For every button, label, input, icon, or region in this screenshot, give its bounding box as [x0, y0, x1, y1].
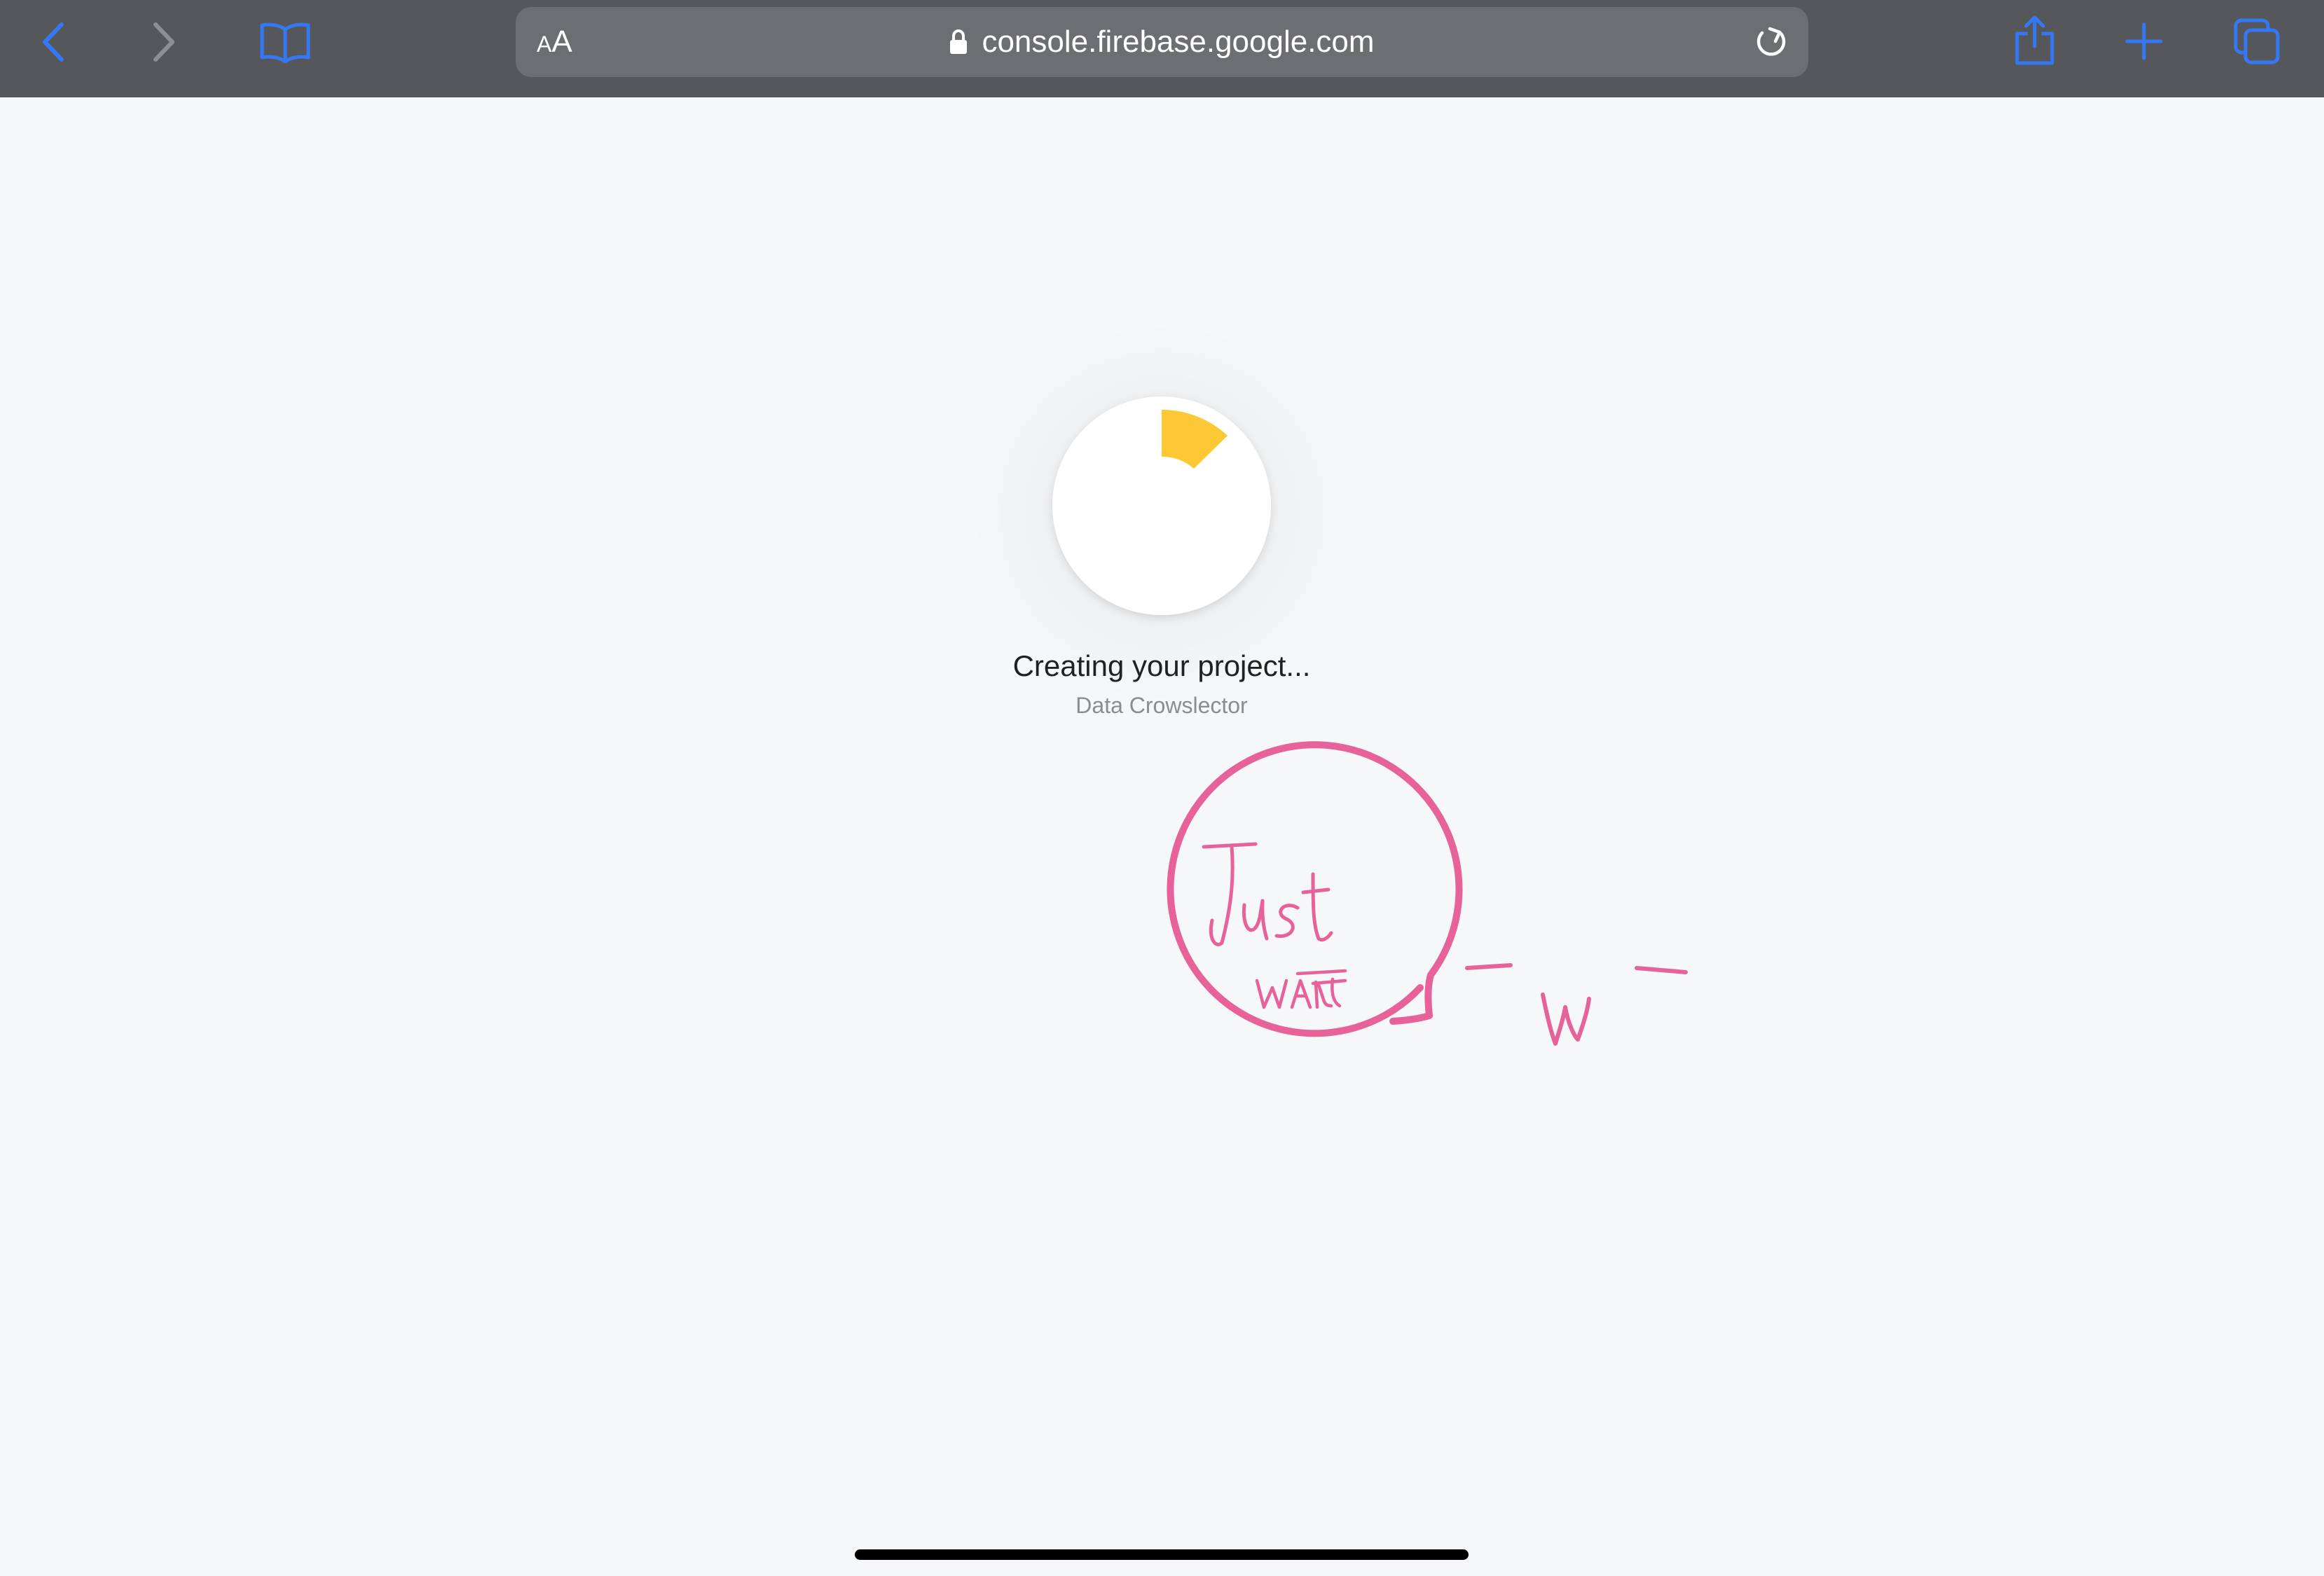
forward-button[interactable] [146, 20, 181, 64]
progress-spinner [1052, 396, 1271, 615]
project-name: Data Crowslector [1075, 693, 1248, 718]
chevron-right-icon [153, 22, 174, 62]
tabs-button[interactable] [2234, 18, 2281, 66]
handwritten-text-just [1202, 842, 1333, 946]
tabs-icon [2234, 18, 2280, 64]
home-indicator [855, 1549, 1469, 1560]
handwritten-text-wait [1255, 969, 1347, 1009]
browser-toolbar: AA console.firebase.google.com [0, 0, 2324, 97]
handwritten-annotation [1167, 741, 1688, 1046]
bookmarks-button[interactable] [259, 21, 311, 63]
book-icon [260, 22, 310, 63]
reload-icon [1756, 27, 1786, 56]
url-text: console.firebase.google.com [982, 25, 1375, 59]
url-display: console.firebase.google.com [516, 7, 1808, 77]
reload-button[interactable] [1752, 24, 1789, 65]
status-title: Creating your project... [1012, 649, 1311, 682]
chevron-left-icon [43, 22, 64, 62]
share-icon [2015, 15, 2054, 65]
back-button[interactable] [36, 20, 71, 64]
share-button[interactable] [2013, 14, 2056, 67]
address-bar[interactable]: AA console.firebase.google.com [516, 7, 1808, 77]
plus-icon [2125, 22, 2163, 60]
lock-icon [950, 29, 968, 54]
handwritten-face [1465, 963, 1688, 1046]
new-tab-button[interactable] [2124, 22, 2164, 61]
